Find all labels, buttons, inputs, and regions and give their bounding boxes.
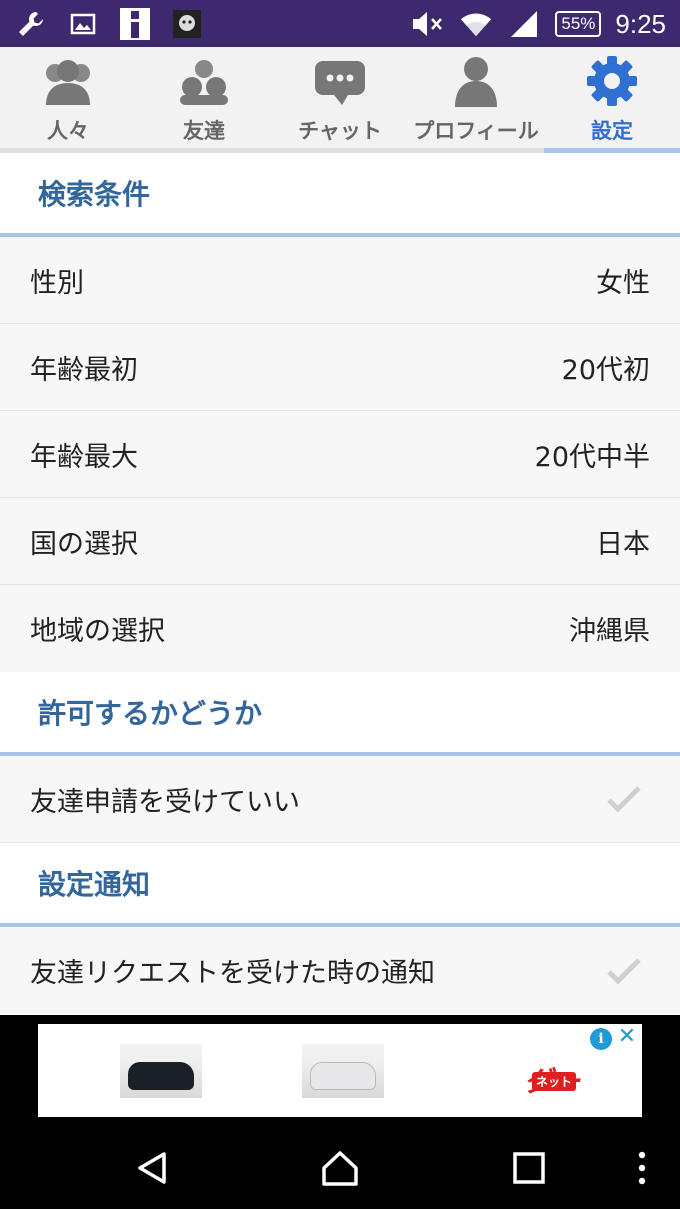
tab-label: チャット [298, 119, 382, 143]
setting-row-age-min[interactable]: 年齢最初 20代初 [0, 324, 680, 411]
tab-label: 友達 [183, 119, 225, 143]
profile-icon [451, 55, 501, 111]
home-icon[interactable] [318, 1146, 362, 1190]
chat-icon [312, 57, 368, 111]
setting-label: 国の選択 [30, 528, 138, 560]
tab-bar: 人々 友達 チャット プロフィール 設定 [0, 47, 680, 153]
tab-label: 人々 [47, 119, 89, 143]
tab-label: プロフィール [413, 119, 539, 143]
setting-label: 性別 [30, 267, 84, 299]
ad-car-image [120, 1044, 202, 1098]
mute-icon [411, 7, 445, 41]
setting-row-age-max[interactable]: 年齢最大 20代中半 [0, 411, 680, 498]
setting-row-country[interactable]: 国の選択 日本 [0, 498, 680, 585]
tab-settings[interactable]: 設定 [544, 47, 680, 153]
back-icon[interactable] [130, 1146, 174, 1190]
tab-chat[interactable]: チャット [272, 47, 408, 148]
tab-profile[interactable]: プロフィール [408, 47, 544, 148]
tab-label: 設定 [591, 119, 633, 143]
setting-label: 年齢最大 [30, 441, 138, 473]
checkmark-icon[interactable] [604, 779, 644, 819]
ad-close-icon[interactable]: ✕ [616, 1026, 638, 1048]
setting-label: 友達リクエストを受けた時の通知 [30, 958, 435, 989]
ad-banner[interactable]: グー ネット i ✕ [38, 1024, 642, 1117]
section-title-notification: 設定通知 [0, 843, 680, 927]
people-icon [40, 57, 96, 111]
ad-info-icon[interactable]: i [590, 1028, 612, 1050]
setting-row-friend-request-notification[interactable]: 友達リクエストを受けた時の通知 [0, 927, 680, 1014]
setting-row-gender[interactable]: 性別 女性 [0, 237, 680, 324]
setting-row-region[interactable]: 地域の選択 沖縄県 [0, 585, 680, 672]
setting-label: 年齢最初 [30, 354, 138, 386]
image-icon [66, 7, 100, 41]
search-settings-list: 性別 女性 年齢最初 20代初 年齢最大 20代中半 国の選択 日本 地域の選択… [0, 237, 680, 672]
app-avatar-icon [170, 7, 204, 41]
setting-value: 日本 [596, 528, 650, 560]
more-icon[interactable] [620, 1146, 664, 1190]
section-title-search: 検索条件 [0, 153, 680, 237]
setting-row-accept-friend-requests[interactable]: 友達申請を受けていい [0, 756, 680, 843]
navigation-bar [0, 1126, 680, 1209]
setting-value: 沖縄県 [569, 616, 650, 647]
tab-friends[interactable]: 友達 [136, 47, 272, 148]
ad-car-image [302, 1044, 384, 1098]
recents-icon[interactable] [507, 1146, 551, 1190]
wrench-icon [14, 7, 48, 41]
setting-value: 20代初 [561, 354, 650, 386]
settings-content: 検索条件 性別 女性 年齢最初 20代初 年齢最大 20代中半 国の選択 日本 … [0, 153, 680, 1015]
setting-label: 友達申請を受けていい [30, 786, 300, 818]
info-app-icon [118, 7, 152, 41]
setting-value: 女性 [596, 267, 650, 299]
tab-people[interactable]: 人々 [0, 47, 136, 148]
checkmark-icon[interactable] [604, 951, 644, 991]
section-title-permission: 許可するかどうか [0, 672, 680, 756]
ad-logo-badge: ネット [531, 1072, 576, 1091]
friends-icon [176, 57, 232, 111]
setting-value: 20代中半 [534, 441, 650, 473]
clock: 9:25 [615, 8, 666, 39]
ad-banner-area: グー ネット i ✕ [0, 1015, 680, 1126]
signal-icon [507, 7, 541, 41]
wifi-icon [459, 7, 493, 41]
battery-indicator: 55% [555, 11, 602, 37]
gear-icon [586, 55, 638, 111]
setting-label: 地域の選択 [30, 616, 165, 647]
status-bar: 55% 9:25 [0, 0, 680, 47]
